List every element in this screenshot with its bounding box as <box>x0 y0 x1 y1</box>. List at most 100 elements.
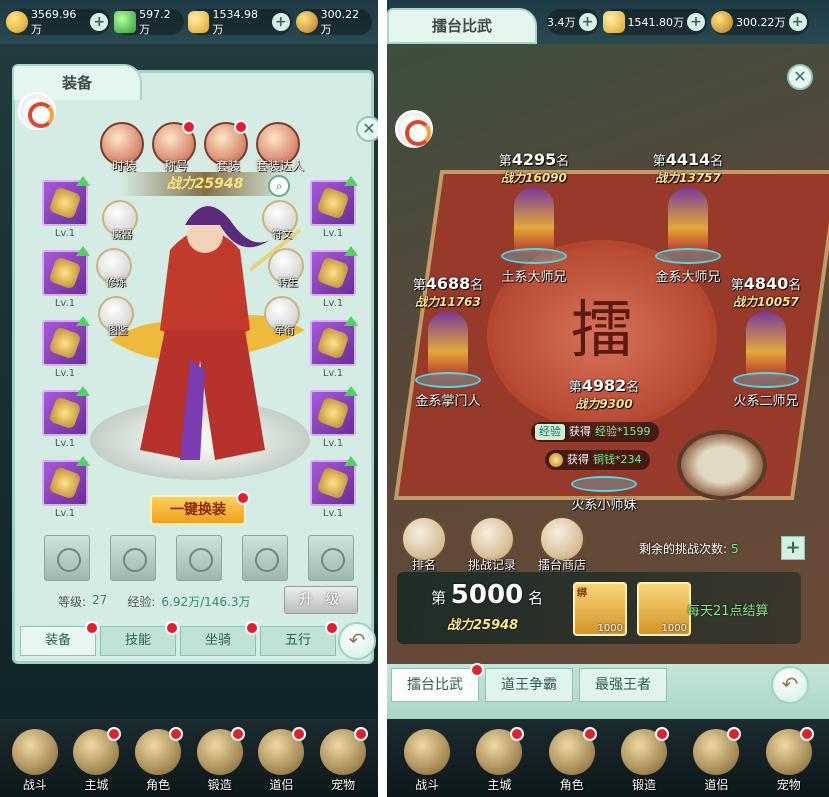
upgrade-button[interactable]: 升 级 <box>284 586 358 614</box>
opponent-power: 战力11763 <box>415 295 481 309</box>
add-gold-button[interactable]: + <box>90 13 109 31</box>
equipment-slot[interactable] <box>42 386 90 436</box>
exp-label: 经验: <box>127 595 156 609</box>
close-button[interactable]: ✕ <box>356 116 378 142</box>
arena-shop-button[interactable]: 擂台商店 <box>533 516 591 573</box>
nav-battle[interactable]: 战斗 <box>8 723 62 793</box>
notification-dot <box>510 727 525 741</box>
opponent-power: 战力13757 <box>655 171 721 185</box>
equipment-slot[interactable] <box>310 456 358 506</box>
add-bound-gold-button[interactable]: + <box>788 13 807 31</box>
back-button[interactable]: ↶ <box>771 666 809 704</box>
nav-label: 主城 <box>487 778 512 792</box>
notification-dot <box>234 120 248 134</box>
nav-pet[interactable]: 宠物 <box>762 723 816 793</box>
cultivation-button[interactable]: 修炼 <box>96 248 132 289</box>
notification-dot <box>582 727 597 741</box>
equipment-slot[interactable] <box>42 316 90 366</box>
currency-gold: 3569.96万 + <box>6 8 111 36</box>
upgrade-arrow-icon <box>76 386 90 396</box>
title-button[interactable]: 称号 <box>152 120 196 173</box>
equipment-slot[interactable] <box>42 456 90 506</box>
tab-equipment[interactable]: 装备 <box>20 621 99 656</box>
currency-gold: 3.4万 + <box>547 9 599 35</box>
locked-slot[interactable] <box>308 535 354 581</box>
equipment-slot[interactable] <box>42 176 90 226</box>
opponent-3[interactable]: 第4688名 战力11763 金系掌门人 <box>387 274 513 409</box>
one-key-equip-button[interactable]: 一键换装 <box>150 491 250 525</box>
ingot-icon <box>187 11 210 33</box>
set-button[interactable]: 套装 <box>204 120 248 173</box>
rune-button[interactable]: 符文 <box>262 200 298 241</box>
rebirth-button[interactable]: 转生 <box>268 248 304 289</box>
nav-forge[interactable]: 锻造 <box>193 723 247 793</box>
notification-dot <box>236 491 250 505</box>
prize-item[interactable]: 1000 <box>637 582 691 636</box>
nav-companion[interactable]: 道侣 <box>689 723 743 793</box>
nav-city[interactable]: 主城 <box>472 723 526 793</box>
nav-forge[interactable]: 锻造 <box>617 723 671 793</box>
codex-button[interactable]: 图鉴 <box>98 296 134 337</box>
military-rank-button[interactable]: 军衔 <box>264 296 300 337</box>
locked-slot[interactable] <box>176 535 222 581</box>
magic-weapon-button[interactable]: 魔器 <box>102 200 138 241</box>
add-ingot-button[interactable]: + <box>271 13 290 31</box>
opponent-2[interactable]: 第4414名 战力13757 金系大师兄 <box>623 150 753 285</box>
tab-mount[interactable]: 坐骑 <box>180 621 259 656</box>
equipment-slot[interactable] <box>310 176 358 226</box>
equipment-slot[interactable] <box>310 246 358 296</box>
locked-slot[interactable] <box>44 535 90 581</box>
nav-pet[interactable]: 宠物 <box>316 723 370 793</box>
rune-label: 符文 <box>272 230 292 241</box>
notification-dot <box>182 120 196 134</box>
rebirth-label: 转生 <box>278 278 298 289</box>
tab-skills[interactable]: 技能 <box>100 621 179 656</box>
nav-character[interactable]: 角色 <box>545 723 599 793</box>
selection-ring <box>571 476 637 492</box>
opponent-1[interactable]: 第4295名 战力16090 土系大师兄 <box>469 150 599 285</box>
nav-character[interactable]: 角色 <box>131 723 185 793</box>
equipment-slot[interactable] <box>42 246 90 296</box>
opponent-rank: 第4414名 <box>652 150 724 169</box>
opponent-4[interactable]: 第4840名 战力10057 火系二师兄 <box>701 274 829 409</box>
tab-arena[interactable]: 擂台比武 <box>391 663 484 702</box>
tab-five-elements[interactable]: 五行 <box>260 621 339 656</box>
nav-companion[interactable]: 道侣 <box>254 723 308 793</box>
currency-value: 3.4万 <box>547 16 576 29</box>
notification-dot <box>245 621 259 635</box>
tab-dao-king[interactable]: 道王争霸 <box>485 668 573 702</box>
challenge-record-button[interactable]: 挑战记录 <box>463 516 521 573</box>
opponent-5[interactable]: 第4982名 战力9300 <box>539 376 669 412</box>
set-master-button[interactable]: 套装达人 <box>256 122 304 173</box>
nav-battle[interactable]: 战斗 <box>400 723 454 793</box>
slot-level: Lv.1 <box>322 508 344 519</box>
locked-slot[interactable] <box>110 535 156 581</box>
tab-strongest-king[interactable]: 最强王者 <box>579 668 667 702</box>
challenge-record-label: 挑战记录 <box>467 558 516 572</box>
nav-label: 宠物 <box>331 778 356 792</box>
close-button[interactable]: ✕ <box>787 64 813 90</box>
level-label: 等级: <box>58 595 87 609</box>
opponent-rank: 第4840名 <box>730 274 802 293</box>
opponent-5-figure[interactable]: 火系小师妹 <box>539 436 669 513</box>
add-gold-button[interactable]: + <box>578 13 597 31</box>
opponent-power: 战力10057 <box>733 295 799 309</box>
exp-value: 6.92万/146.3万 <box>161 595 251 609</box>
currency-bound-gold: 300.22万 + <box>711 9 809 35</box>
equipment-slot[interactable] <box>310 386 358 436</box>
ranking-button[interactable]: 排名 <box>395 516 453 573</box>
add-ingot-button[interactable]: + <box>687 13 705 31</box>
opponent-figure <box>514 188 554 254</box>
upgrade-arrow-icon <box>344 386 358 396</box>
equipment-slot[interactable] <box>310 316 358 366</box>
gold-coin-icon <box>6 11 28 33</box>
selection-ring <box>415 372 481 388</box>
back-button[interactable]: ↶ <box>338 622 376 660</box>
slot-level: Lv.1 <box>322 368 344 379</box>
prize-bound-gold[interactable]: 绑 1000 <box>573 582 627 636</box>
slot-level: Lv.1 <box>322 438 344 449</box>
locked-slot[interactable] <box>242 535 288 581</box>
add-challenges-button[interactable]: + <box>781 536 805 560</box>
fashion-button[interactable]: 时装 <box>100 122 144 173</box>
nav-city[interactable]: 主城 <box>69 723 123 793</box>
